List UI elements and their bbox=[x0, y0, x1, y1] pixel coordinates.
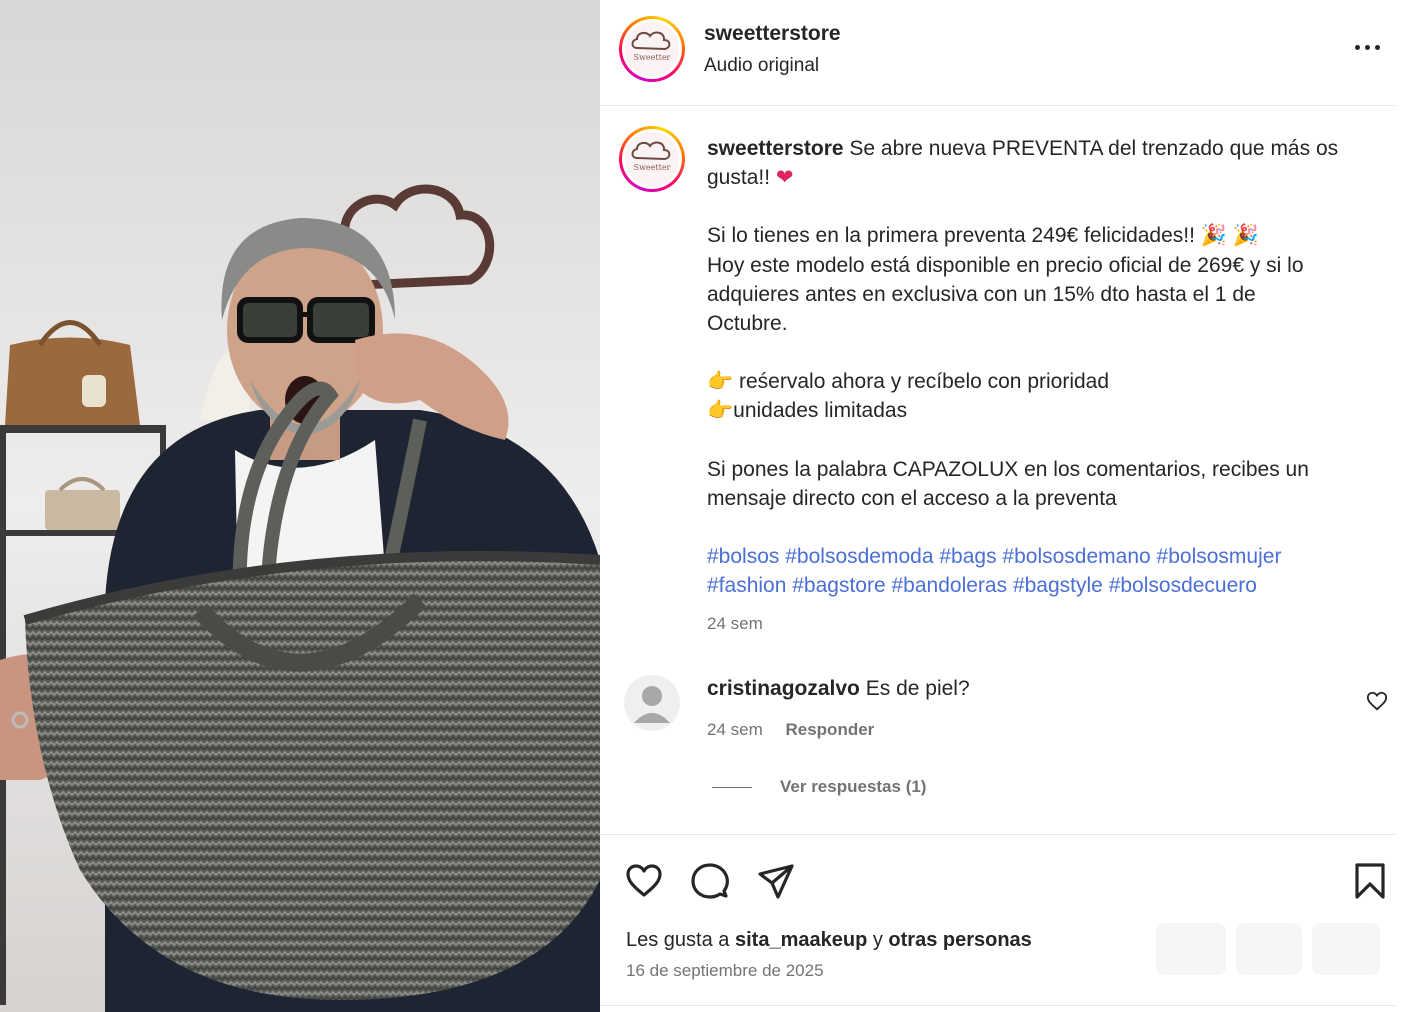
point-emoji-icon: 👉 bbox=[707, 399, 734, 423]
hashtag-link[interactable]: #fashion bbox=[707, 574, 786, 597]
hashtag-link[interactable]: #bags bbox=[939, 545, 996, 568]
paper-plane-icon[interactable] bbox=[756, 861, 796, 901]
svg-text:Sweetter: Sweetter bbox=[634, 53, 671, 62]
hashtag-link[interactable]: #bandoleras bbox=[892, 574, 1008, 597]
caption-line: Octubre. bbox=[707, 312, 788, 336]
profile-avatar[interactable]: Sweetter bbox=[619, 16, 685, 82]
audio-label[interactable]: Audio original bbox=[704, 55, 819, 77]
hashtags-row: #fashion #bagstore #bandoleras #bagstyle… bbox=[707, 571, 1387, 600]
view-replies-button[interactable]: Ver respuestas (1) bbox=[712, 777, 926, 797]
faded-overlay-button bbox=[1312, 923, 1380, 975]
caption-line: mensaje directo con el acceso a la preve… bbox=[707, 486, 1117, 510]
hashtag-link[interactable]: #bolsosdemano bbox=[1002, 545, 1150, 568]
post-caption: sweetterstore Se abre nueva PREVENTA del… bbox=[707, 134, 1387, 600]
svg-text:Sweetter: Sweetter bbox=[634, 163, 671, 172]
hashtag-link[interactable]: #bolsos bbox=[707, 545, 779, 568]
hashtag-link[interactable]: #bolsosdemoda bbox=[785, 545, 933, 568]
party-emoji-icon: 🎉 bbox=[1200, 224, 1227, 248]
divider bbox=[600, 1005, 1395, 1006]
comment-meta: 24 sem Responder bbox=[707, 720, 874, 740]
ellipsis-icon[interactable] bbox=[1352, 34, 1384, 62]
reply-button[interactable]: Responder bbox=[785, 720, 874, 739]
caption-line: unidades limitadas bbox=[733, 399, 908, 423]
post-media[interactable] bbox=[0, 0, 600, 1012]
hashtag-link[interactable]: #bolsosmujer bbox=[1157, 545, 1282, 568]
caption-line: reśervalo ahora y recíbelo con prioridad bbox=[739, 370, 1110, 394]
post-side-panel: Sweetter sweetterstore Audio original Sw… bbox=[600, 0, 1424, 1012]
caption-line: adquieres antes en exclusiva con un 15% … bbox=[707, 282, 1256, 306]
comment-body: cristinagozalvo Es de piel? bbox=[707, 677, 970, 701]
comment-heart-icon[interactable] bbox=[1366, 690, 1388, 712]
cloud-logo-icon: Sweetter bbox=[631, 141, 671, 172]
faded-overlay-button bbox=[1156, 923, 1226, 975]
heart-emoji-icon: ❤ bbox=[775, 166, 794, 190]
commenter-avatar[interactable] bbox=[624, 675, 680, 731]
likes-prefix: Les gusta a bbox=[626, 929, 730, 951]
header-username[interactable]: sweetterstore bbox=[704, 22, 841, 46]
default-user-icon bbox=[634, 686, 670, 723]
caption-line: Si lo tienes en la primera preventa 249€… bbox=[707, 224, 1195, 248]
heart-outline-icon[interactable] bbox=[624, 861, 664, 901]
bookmark-icon[interactable] bbox=[1350, 861, 1390, 901]
post-header: Sweetter sweetterstore Audio original bbox=[600, 0, 1395, 106]
post-actions: Les gusta a sita_maakeup y otras persona… bbox=[600, 834, 1395, 1012]
caption-line: gusta!! bbox=[707, 166, 771, 190]
point-emoji-icon: 👉 bbox=[707, 370, 734, 394]
caption-time[interactable]: 24 sem bbox=[707, 614, 763, 634]
likes-user-link[interactable]: sita_maakeup bbox=[735, 929, 867, 951]
caption-line: Si pones la palabra CAPAZOLUX en los com… bbox=[707, 457, 1309, 481]
caption-avatar[interactable]: Sweetter bbox=[619, 126, 685, 192]
hashtag-link[interactable]: #bolsosdecuero bbox=[1109, 574, 1257, 597]
likes-mid: y bbox=[872, 929, 883, 951]
comment-text: Es de piel? bbox=[865, 677, 970, 700]
hashtags-row: #bolsos #bolsosdemoda #bags #bolsosdeman… bbox=[707, 542, 1387, 571]
hashtag-link[interactable]: #bagstyle bbox=[1013, 574, 1103, 597]
caption-line: Hoy este modelo está disponible en preci… bbox=[707, 253, 1304, 277]
likes-summary: Les gusta a sita_maakeup y otras persona… bbox=[626, 929, 1032, 952]
party-emoji-icon: 🎉 bbox=[1232, 224, 1259, 248]
likes-others-link[interactable]: otras personas bbox=[888, 929, 1031, 951]
replies-divider bbox=[712, 786, 752, 788]
post-date[interactable]: 16 de septiembre de 2025 bbox=[626, 961, 824, 981]
caption-line: Se abre nueva PREVENTA del trenzado que … bbox=[849, 137, 1339, 160]
video-frame-illustration bbox=[0, 0, 600, 1012]
view-replies-label: Ver respuestas (1) bbox=[780, 777, 927, 796]
speech-bubble-icon[interactable] bbox=[690, 861, 730, 901]
cloud-logo-icon: Sweetter bbox=[631, 31, 671, 62]
caption-username[interactable]: sweetterstore bbox=[707, 137, 844, 160]
faded-overlay-button bbox=[1236, 923, 1302, 975]
comment-time[interactable]: 24 sem bbox=[707, 720, 763, 739]
comment-username[interactable]: cristinagozalvo bbox=[707, 677, 860, 700]
hashtag-link[interactable]: #bagstore bbox=[792, 574, 885, 597]
